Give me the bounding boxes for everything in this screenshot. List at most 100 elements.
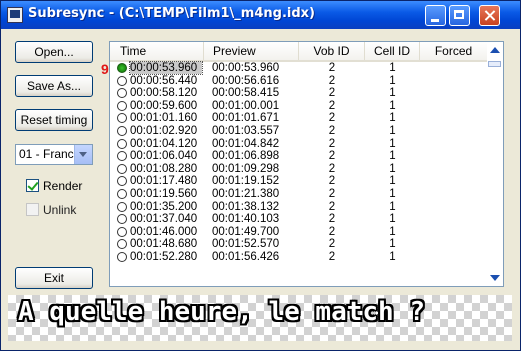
table-row[interactable]: 00:01:46.000 00:01:49.700 2 1 bbox=[110, 226, 488, 239]
cell-preview: 00:01:01.671 bbox=[212, 112, 280, 125]
cell-time: 00:01:06.040 bbox=[130, 150, 198, 163]
cell-vob-id: 2 bbox=[328, 87, 336, 100]
cell-cell-id: 1 bbox=[389, 137, 396, 150]
cell-time: 00:00:59.600 bbox=[130, 99, 198, 112]
cell-cell-id: 1 bbox=[389, 124, 396, 137]
column-header-time[interactable]: Time bbox=[110, 42, 204, 60]
row-radio[interactable] bbox=[117, 201, 127, 212]
cell-vob-id: 2 bbox=[328, 124, 336, 137]
cell-time: 00:01:48.680 bbox=[130, 238, 198, 251]
row-radio[interactable] bbox=[117, 88, 127, 99]
table-row[interactable]: 00:00:56.440 00:00:56.616 2 1 bbox=[110, 75, 488, 88]
exit-button[interactable]: Exit bbox=[15, 267, 93, 289]
cell-cell-id: 1 bbox=[389, 213, 396, 226]
cell-vob-id: 2 bbox=[328, 187, 336, 200]
cell-cell-id: 1 bbox=[389, 162, 396, 175]
table-row[interactable]: 00:01:06.040 00:01:06.898 2 1 bbox=[110, 150, 488, 163]
table-row[interactable]: 00:01:19.560 00:01:21.380 2 1 bbox=[110, 188, 488, 201]
cell-preview: 00:01:21.380 bbox=[212, 187, 280, 200]
table-row[interactable]: 00:00:59.600 00:01:00.001 2 1 bbox=[110, 100, 488, 113]
cell-time: 00:00:53.960 bbox=[129, 61, 203, 75]
row-radio[interactable] bbox=[117, 251, 127, 262]
column-header-preview[interactable]: Preview bbox=[204, 42, 299, 60]
cell-vob-id: 2 bbox=[328, 200, 336, 213]
cell-time: 00:01:17.480 bbox=[130, 175, 198, 188]
table-row[interactable]: 00:00:58.120 00:00:58.415 2 1 bbox=[110, 87, 488, 100]
row-radio[interactable] bbox=[117, 176, 127, 187]
row-radio[interactable] bbox=[117, 226, 127, 237]
cell-time: 00:01:02.920 bbox=[130, 124, 198, 137]
render-checkbox[interactable] bbox=[26, 179, 39, 192]
minimize-button[interactable] bbox=[425, 5, 446, 26]
cell-vob-id: 2 bbox=[328, 99, 336, 112]
close-button[interactable] bbox=[479, 5, 500, 26]
table-row[interactable]: 00:01:01.160 00:01:01.671 2 1 bbox=[110, 112, 488, 125]
save-as-button[interactable]: Save As... bbox=[15, 75, 93, 97]
cell-preview: 00:01:56.426 bbox=[212, 250, 280, 263]
cell-preview: 00:01:04.842 bbox=[212, 137, 280, 150]
table-row[interactable]: 00:01:04.120 00:01:04.842 2 1 bbox=[110, 138, 488, 151]
column-header-cell-id[interactable]: Cell ID bbox=[365, 42, 420, 60]
table-row[interactable]: 00:01:52.280 00:01:56.426 2 1 bbox=[110, 251, 488, 264]
reset-timing-button[interactable]: Reset timing bbox=[15, 109, 93, 131]
cell-preview: 00:01:52.570 bbox=[212, 238, 280, 251]
row-radio[interactable] bbox=[117, 239, 127, 250]
cell-cell-id: 1 bbox=[389, 175, 396, 188]
cell-vob-id: 2 bbox=[328, 225, 336, 238]
list-header: Time Preview Vob ID Cell ID Forced bbox=[110, 42, 488, 62]
cell-vob-id: 2 bbox=[328, 250, 336, 263]
row-radio[interactable] bbox=[117, 100, 127, 111]
unlink-checkbox[interactable] bbox=[26, 203, 39, 216]
row-radio[interactable] bbox=[117, 188, 127, 199]
title-bar[interactable]: Subresync - (C:\TEMP\Film1\_m4ng.idx) bbox=[1, 1, 520, 29]
cell-cell-id: 1 bbox=[389, 187, 396, 200]
row-radio[interactable] bbox=[117, 214, 127, 225]
scroll-thumb[interactable] bbox=[488, 61, 501, 67]
row-radio[interactable] bbox=[117, 75, 127, 86]
table-row[interactable]: 00:01:08.280 00:01:09.298 2 1 bbox=[110, 163, 488, 176]
table-row[interactable]: 00:01:37.040 00:01:40.103 2 1 bbox=[110, 213, 488, 226]
cell-preview: 00:01:19.152 bbox=[212, 175, 280, 188]
app-icon[interactable] bbox=[7, 7, 23, 23]
table-row[interactable]: 00:00:53.960 00:00:53.960 2 1 bbox=[110, 61, 488, 75]
chevron-down-icon[interactable] bbox=[74, 145, 92, 164]
cell-time: 00:00:56.440 bbox=[130, 74, 198, 87]
row-radio[interactable] bbox=[117, 125, 127, 136]
subtitle-preview: A quelle heure, le match ? bbox=[8, 295, 512, 341]
cell-cell-id: 1 bbox=[389, 238, 396, 251]
table-row[interactable]: 00:01:35.200 00:01:38.132 2 1 bbox=[110, 201, 488, 214]
subtitle-list[interactable]: Time Preview Vob ID Cell ID Forced 00:00… bbox=[109, 41, 504, 287]
column-header-vob-id[interactable]: Vob ID bbox=[299, 42, 365, 60]
cell-vob-id: 2 bbox=[328, 62, 336, 74]
cell-vob-id: 2 bbox=[328, 137, 336, 150]
row-radio[interactable] bbox=[117, 113, 127, 124]
table-row[interactable]: 00:01:02.920 00:01:03.557 2 1 bbox=[110, 125, 488, 138]
cell-cell-id: 1 bbox=[389, 87, 396, 100]
cell-vob-id: 2 bbox=[328, 112, 336, 125]
cell-preview: 00:00:53.960 bbox=[212, 62, 280, 74]
table-row[interactable]: 00:01:48.680 00:01:52.570 2 1 bbox=[110, 238, 488, 251]
scroll-up-icon[interactable] bbox=[487, 42, 503, 58]
render-label: Render bbox=[43, 179, 83, 193]
column-header-forced[interactable]: Forced bbox=[420, 42, 488, 60]
row-radio[interactable] bbox=[117, 138, 127, 149]
cell-preview: 00:00:58.415 bbox=[212, 87, 280, 100]
unlink-label: Unlink bbox=[43, 203, 77, 217]
cell-cell-id: 1 bbox=[389, 62, 396, 74]
table-row[interactable]: 00:01:17.480 00:01:19.152 2 1 bbox=[110, 175, 488, 188]
scroll-down-icon[interactable] bbox=[487, 270, 503, 286]
cell-vob-id: 2 bbox=[328, 162, 336, 175]
row-radio[interactable] bbox=[117, 151, 127, 162]
cell-cell-id: 1 bbox=[389, 200, 396, 213]
maximize-button[interactable] bbox=[449, 5, 470, 26]
cell-time: 00:01:35.200 bbox=[130, 200, 198, 213]
open-button[interactable]: Open... bbox=[15, 41, 93, 63]
language-select[interactable]: 01 - Franca bbox=[15, 144, 93, 165]
cell-time: 00:01:04.120 bbox=[130, 137, 198, 150]
list-rows: 00:00:53.960 00:00:53.960 2 1 00:00:56.440 00… bbox=[110, 61, 488, 264]
row-radio[interactable] bbox=[117, 63, 127, 73]
row-radio[interactable] bbox=[117, 163, 127, 174]
cell-preview: 00:01:09.298 bbox=[212, 162, 280, 175]
vertical-scrollbar[interactable] bbox=[487, 42, 503, 286]
cell-preview: 00:01:49.700 bbox=[212, 225, 280, 238]
